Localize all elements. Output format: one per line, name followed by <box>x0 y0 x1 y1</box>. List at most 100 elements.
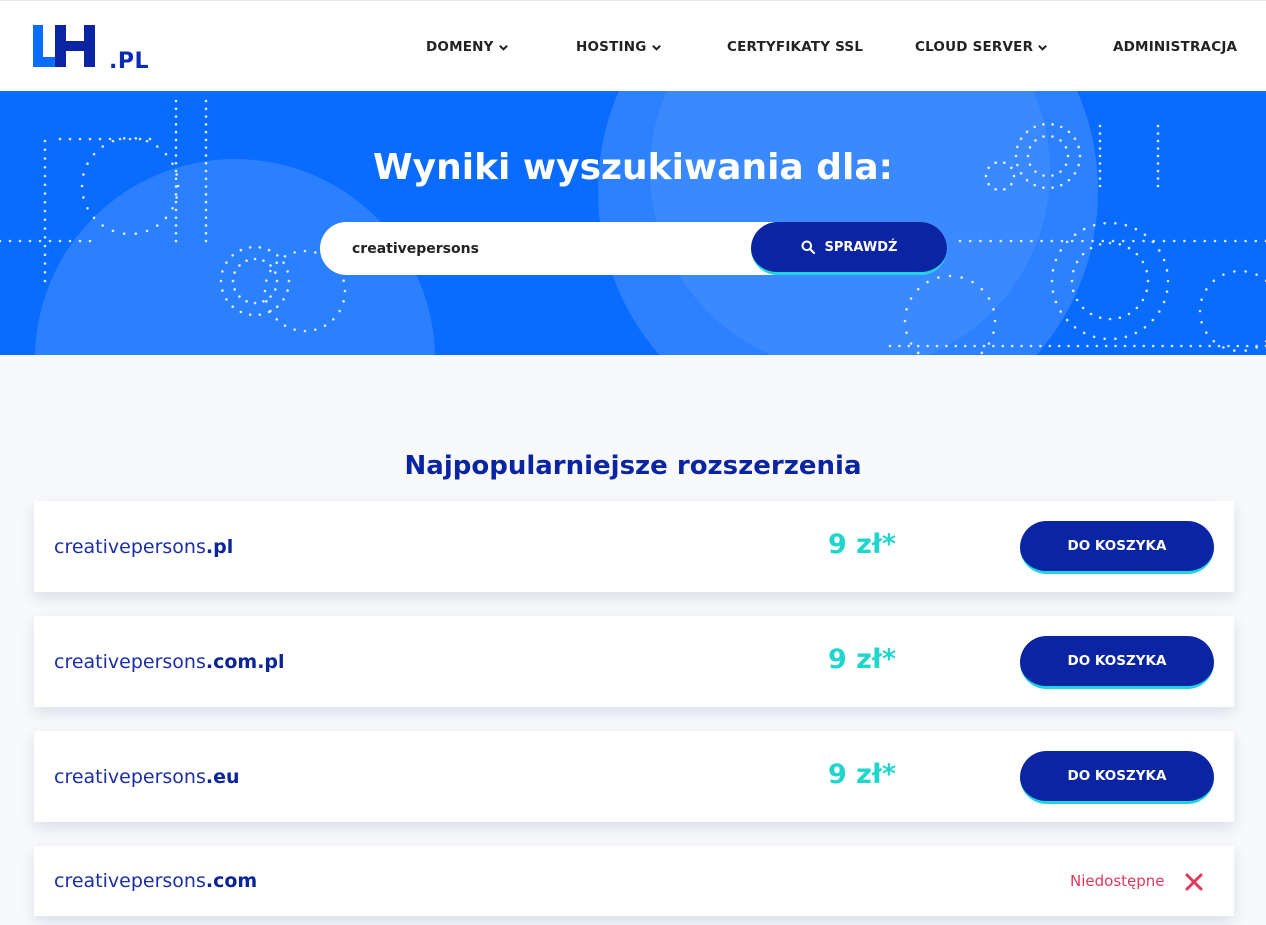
decorative-dot <box>1124 223 1128 227</box>
decorative-dot <box>1010 344 1014 348</box>
decorative-dot <box>174 138 178 142</box>
decorative-dot <box>1142 239 1145 243</box>
decorative-dot <box>122 137 126 140</box>
check-button[interactable]: SPRAWDŹ <box>751 222 947 275</box>
decorative-dot <box>1244 270 1247 273</box>
nav-item-cloud-server[interactable]: CLOUD SERVER <box>915 39 1048 55</box>
decorative-dot <box>1114 344 1117 348</box>
lh-logo[interactable]: .PL <box>33 25 158 74</box>
domain-base: creativepersons <box>54 651 206 673</box>
close-icon <box>1185 873 1203 891</box>
decorative-dot <box>1081 252 1085 256</box>
decorative-dot <box>275 305 279 308</box>
decorative-dot <box>1040 239 1043 243</box>
domain-tld: .pl <box>205 536 234 558</box>
decorative-dot <box>204 99 208 103</box>
nav-item-label: DOMENY <box>426 39 494 55</box>
decorative-dot <box>1059 249 1062 252</box>
decorative-dot <box>1213 239 1217 243</box>
decorative-dot <box>1073 233 1077 237</box>
decorative-dot <box>1123 344 1127 348</box>
domain-search-input[interactable] <box>320 222 760 275</box>
decorative-dot <box>1019 137 1023 140</box>
decorative-dot <box>1151 318 1155 322</box>
decorative-dot <box>999 239 1003 243</box>
decorative-dot <box>221 270 224 273</box>
decorative-dot <box>88 137 92 141</box>
decorative-dot <box>982 344 986 348</box>
nav-item-administracja[interactable]: ADMINISTRACJA <box>1113 39 1237 55</box>
decorative-dot <box>1166 279 1170 283</box>
domain-name: creativepersons.pl <box>54 536 233 558</box>
decorative-dot <box>265 279 268 282</box>
decorative-dot <box>58 239 62 243</box>
decorative-dot <box>1227 344 1230 348</box>
decorative-dot <box>43 253 47 257</box>
add-to-cart-button[interactable]: DO KOSZYKA <box>1020 636 1214 689</box>
decorative-dot <box>145 139 149 143</box>
nav-item-label: HOSTING <box>576 39 647 55</box>
decorative-dot <box>1065 318 1069 322</box>
decorative-dot <box>253 301 257 305</box>
lh-logo-mark <box>33 25 95 67</box>
decorative-dot <box>1205 331 1208 334</box>
decorative-dot <box>0 239 2 243</box>
decorative-dot <box>1223 239 1227 243</box>
decorative-dot <box>1101 239 1105 243</box>
decorative-dot <box>898 344 901 348</box>
decorative-dot <box>331 317 335 321</box>
decorative-dot <box>1233 349 1236 352</box>
decorative-dot <box>1245 344 1249 348</box>
decorative-dot <box>282 261 285 264</box>
decorative-dot <box>1108 317 1112 321</box>
decorative-dot <box>245 259 248 262</box>
decorative-dot <box>909 297 913 300</box>
domain-name: creativepersons.com.pl <box>54 651 285 673</box>
decorative-dot <box>1156 124 1160 128</box>
decorative-dot <box>174 99 178 103</box>
decorative-dot <box>1156 132 1160 135</box>
nav-item-domeny[interactable]: DOMENY <box>426 39 509 55</box>
decorative-dot <box>1151 344 1155 348</box>
nav-item-ssl[interactable]: CERTYFIKATY SSL <box>727 39 863 55</box>
decorative-dot <box>28 239 32 243</box>
domain-tld: .com.pl <box>205 651 285 673</box>
decorative-dot <box>122 232 126 235</box>
decorative-dot <box>174 130 178 134</box>
decorative-dot <box>286 270 289 273</box>
decorative-dot <box>989 239 992 243</box>
add-to-cart-button[interactable]: DO KOSZYKA <box>1020 521 1214 574</box>
decorative-dot <box>1143 325 1147 329</box>
decorative-dot <box>1212 279 1216 283</box>
decorative-dot <box>204 138 208 142</box>
domain-name: creativepersons.com <box>54 870 257 892</box>
decorative-dot <box>971 280 974 284</box>
decorative-dot <box>43 279 47 283</box>
decorative-dot <box>204 107 208 111</box>
decorative-dot <box>245 300 248 303</box>
decorative-dot <box>82 196 85 199</box>
decorative-dot <box>926 344 929 348</box>
decorative-dot <box>1161 344 1164 348</box>
decorative-dot <box>1098 242 1102 246</box>
decorative-dot <box>43 200 47 204</box>
domain-price: 9 zł* <box>828 529 897 560</box>
decorative-dot <box>118 137 122 141</box>
decorative-dot <box>134 137 138 140</box>
add-to-cart-button[interactable]: DO KOSZYKA <box>1020 751 1214 804</box>
decorative-dot <box>1089 246 1093 250</box>
decorative-dot <box>980 351 984 355</box>
decorative-dot <box>269 309 272 313</box>
nav-item-hosting[interactable]: HOSTING <box>576 39 662 55</box>
decorative-dot <box>219 279 223 283</box>
search-icon <box>801 240 815 254</box>
domain-base: creativepersons <box>54 870 206 892</box>
decorative-dot <box>275 254 279 257</box>
decorative-dot <box>108 137 112 141</box>
decorative-dot <box>342 279 345 282</box>
site-header: .PL DOMENY HOSTING CERTYFIKATY SSL CLOUD… <box>0 0 1266 91</box>
decorative-dot <box>174 208 178 212</box>
decorative-dot <box>1098 139 1102 143</box>
decorative-dot <box>282 298 285 301</box>
decorative-dot <box>935 344 939 348</box>
